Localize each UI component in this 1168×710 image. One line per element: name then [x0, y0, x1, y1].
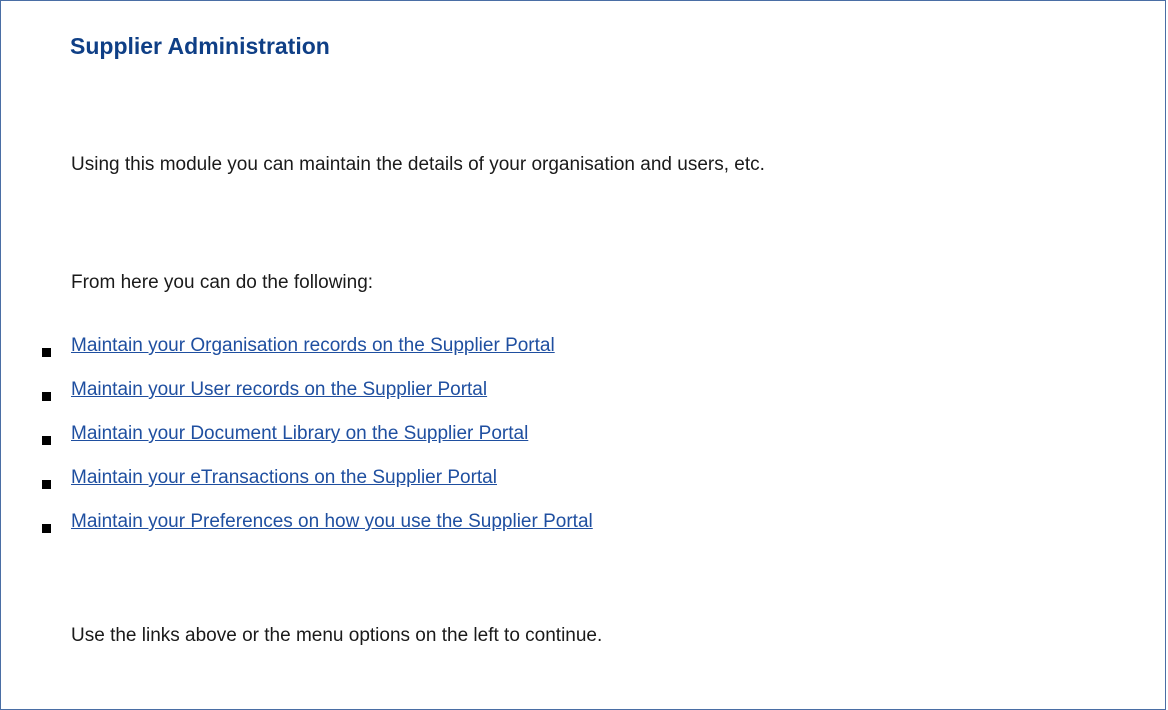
bullet-icon: [42, 436, 51, 445]
bullet-icon: [42, 524, 51, 533]
maintain-document-library-link[interactable]: Maintain your Document Library on the Su…: [71, 423, 528, 445]
list-item: Maintain your User records on the Suppli…: [1, 379, 901, 423]
action-link-list: Maintain your Organisation records on th…: [1, 335, 901, 555]
content-panel: Supplier Administration Using this modul…: [0, 0, 1166, 710]
footer-text: Use the links above or the menu options …: [71, 625, 603, 646]
list-item: Maintain your Document Library on the Su…: [1, 423, 901, 467]
list-item: Maintain your Preferences on how you use…: [1, 511, 901, 555]
maintain-users-link[interactable]: Maintain your User records on the Suppli…: [71, 379, 487, 401]
list-item: Maintain your Organisation records on th…: [1, 335, 901, 379]
bullet-icon: [42, 480, 51, 489]
lead-text: From here you can do the following:: [71, 272, 374, 293]
bullet-icon: [42, 348, 51, 357]
maintain-organisation-link[interactable]: Maintain your Organisation records on th…: [71, 335, 555, 357]
list-item: Maintain your eTransactions on the Suppl…: [1, 467, 901, 511]
intro-text: Using this module you can maintain the d…: [71, 154, 765, 175]
page-title: Supplier Administration: [70, 33, 330, 59]
maintain-preferences-link[interactable]: Maintain your Preferences on how you use…: [71, 511, 593, 533]
maintain-etransactions-link[interactable]: Maintain your eTransactions on the Suppl…: [71, 467, 497, 489]
bullet-icon: [42, 392, 51, 401]
